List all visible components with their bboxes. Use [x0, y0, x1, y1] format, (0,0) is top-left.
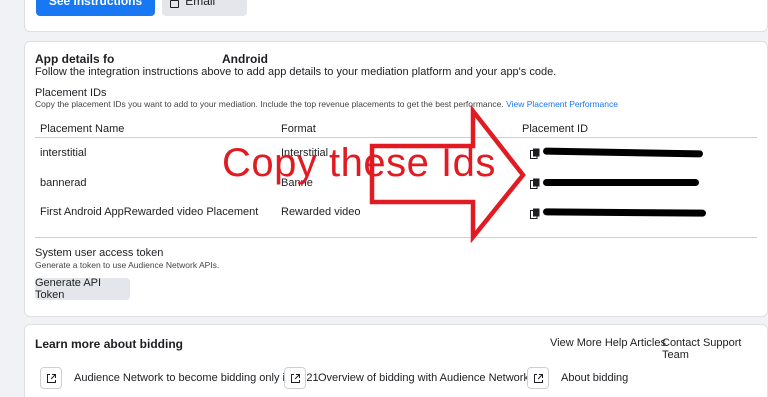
annotation-text: Copy these Ids	[222, 141, 496, 185]
annotation-arrow-icon	[369, 104, 526, 244]
